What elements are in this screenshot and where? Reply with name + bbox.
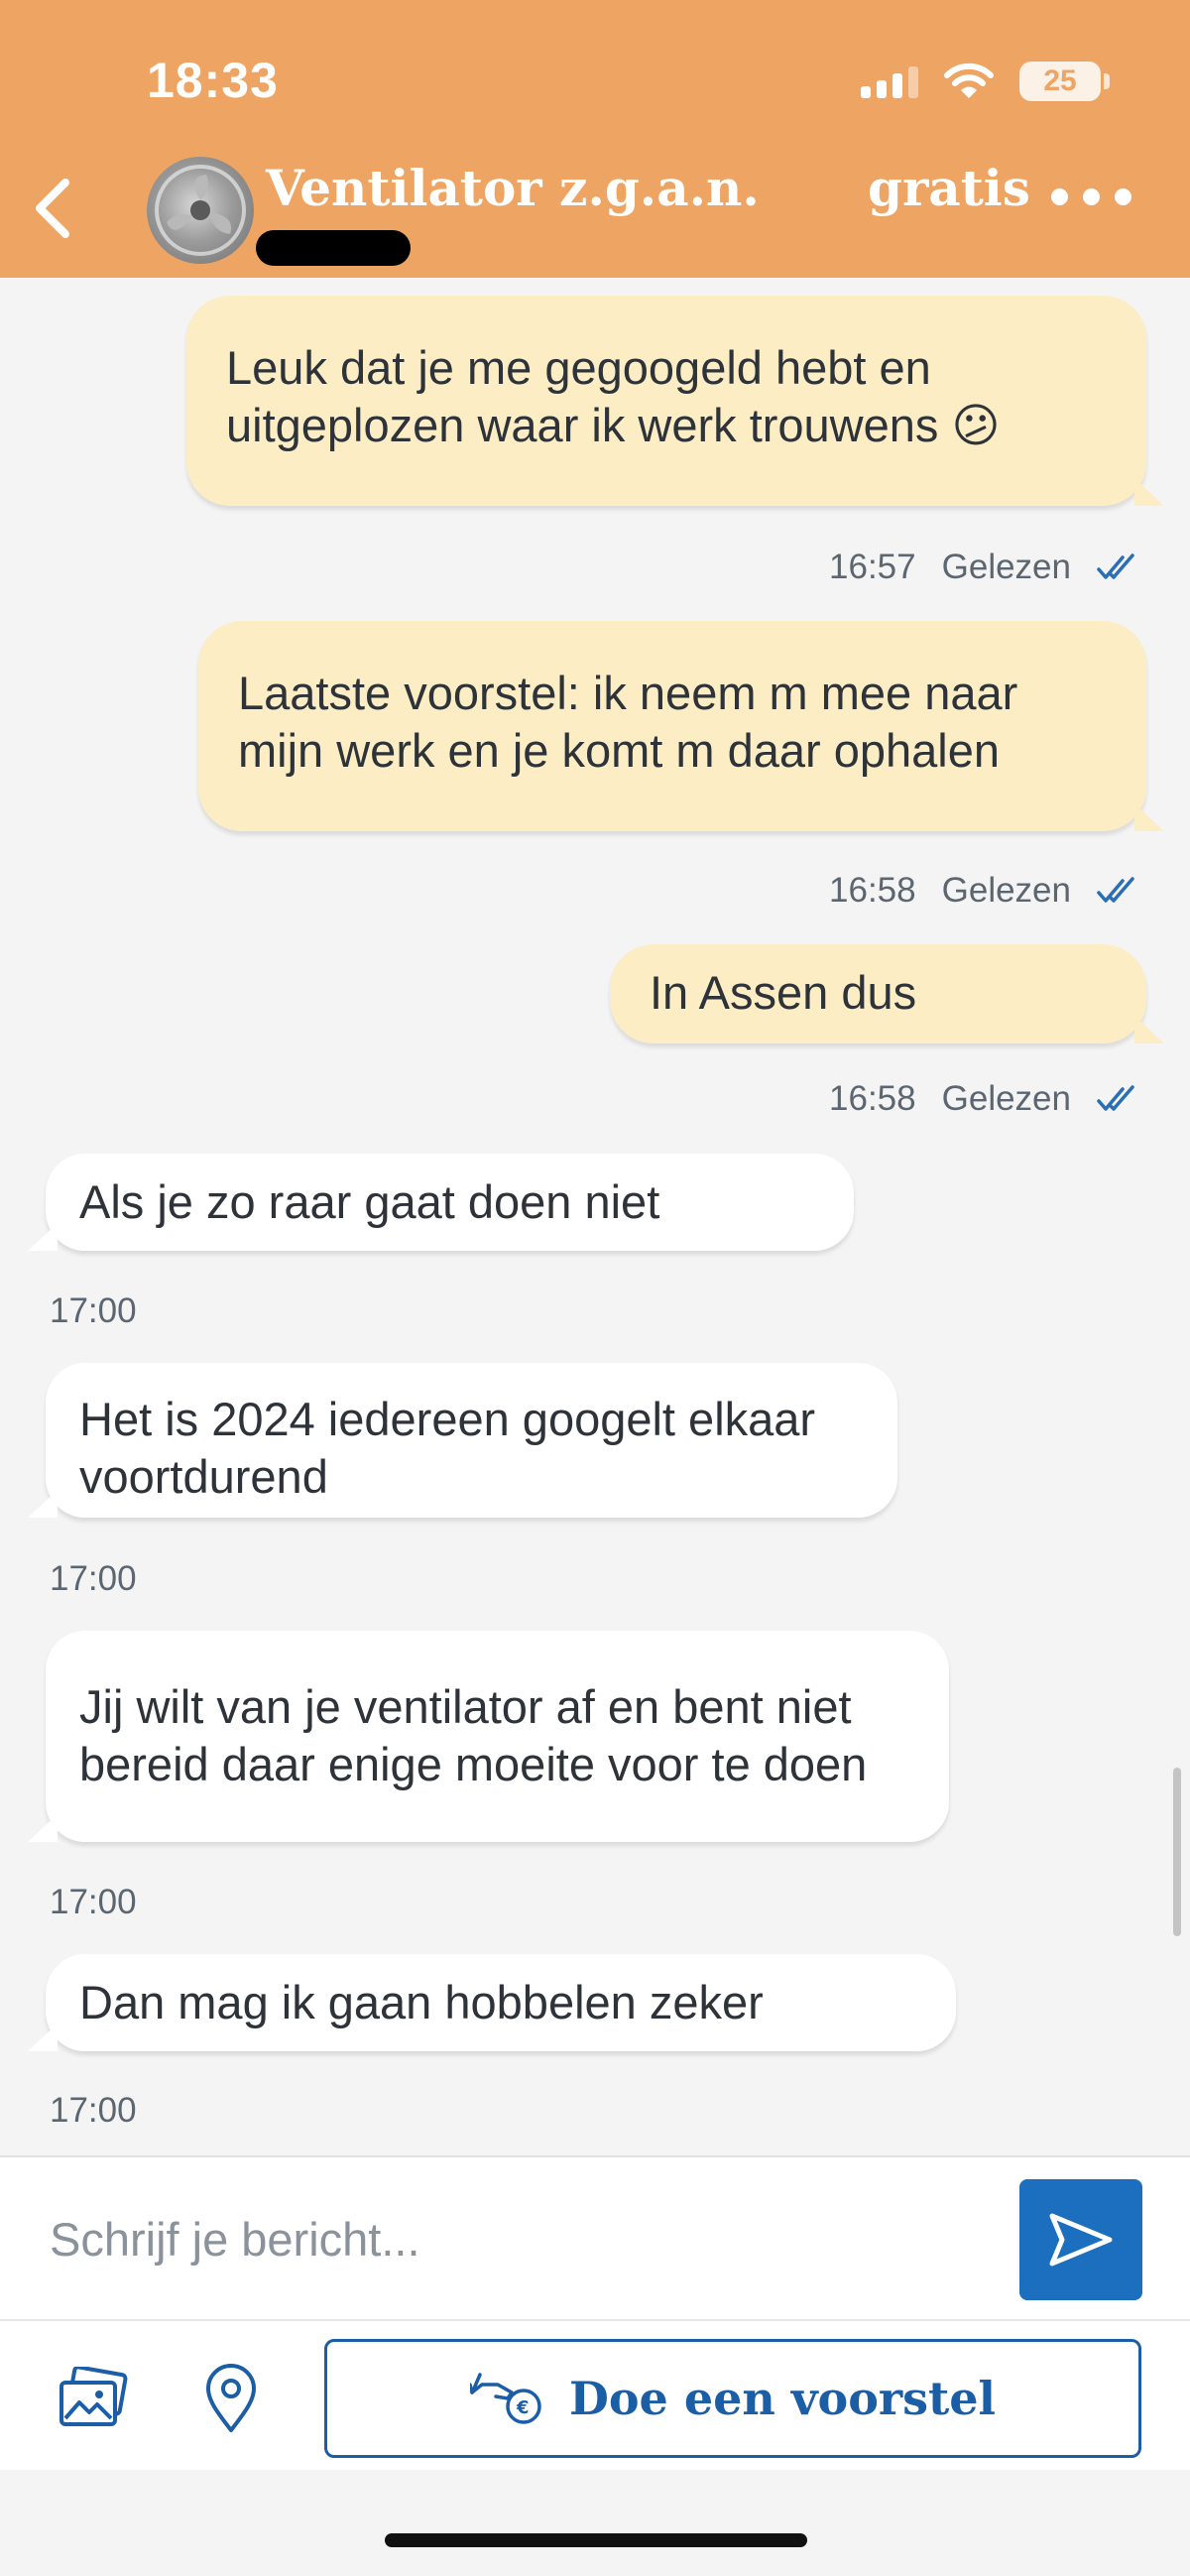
make-offer-label: Doe een voorstel	[568, 2372, 997, 2425]
incoming-message[interactable]: Het is 2024 iedereen googelt elkaar voor…	[28, 1363, 897, 1518]
message-time: 17:00	[50, 1559, 137, 1598]
message-composer	[0, 2155, 1190, 2321]
chat-header: 18:33 25 Ventilator z.g.a.n. gratis	[0, 0, 1190, 278]
message-text: Als je zo raar gaat doen niet	[79, 1175, 660, 1228]
double-check-icon	[1097, 553, 1134, 579]
hand-coin-icon: €	[469, 2373, 541, 2424]
back-button[interactable]	[20, 169, 89, 248]
photo-icon	[60, 2365, 128, 2426]
message-meta: 16:58 Gelezen	[829, 869, 1138, 913]
message-text: Dan mag ik gaan hobbelen zeker	[79, 1976, 764, 2028]
add-photo-button[interactable]	[58, 2365, 129, 2432]
message-text: Jij wilt van je ventilator af en bent ni…	[79, 1680, 868, 1790]
share-location-button[interactable]	[203, 2363, 259, 2434]
incoming-message[interactable]: Als je zo raar gaat doen niet	[28, 1154, 854, 1251]
status-time: 18:33	[147, 53, 279, 108]
redacted-seller-name	[256, 230, 411, 266]
message-time: 17:00	[50, 1291, 137, 1330]
scrollbar[interactable]	[1173, 1768, 1181, 1936]
svg-text:€: €	[516, 2397, 530, 2418]
incoming-message[interactable]: Dan mag ik gaan hobbelen zeker	[28, 1954, 956, 2051]
message-meta: 16:58 Gelezen	[829, 1077, 1138, 1121]
message-text: Het is 2024 iedereen googelt elkaar voor…	[79, 1393, 816, 1503]
home-area	[0, 2470, 1190, 2576]
read-status: Gelezen	[941, 1079, 1071, 1118]
message-time: 16:57	[829, 548, 916, 586]
send-button[interactable]	[1019, 2179, 1142, 2300]
double-check-icon	[1097, 877, 1134, 903]
message-time: 17:00	[50, 2091, 137, 2130]
more-options-button[interactable]	[1051, 188, 1131, 205]
message-text: Laatste voorstel: ik neem m mee naar mij…	[238, 667, 1018, 777]
make-offer-button[interactable]: € Doe een voorstel	[324, 2339, 1141, 2458]
send-icon	[1049, 2213, 1113, 2267]
message-text: In Assen dus	[650, 966, 917, 1019]
outgoing-message[interactable]: Leuk dat je me gegoogeld hebt en uitgepl…	[186, 296, 1164, 506]
message-meta: 16:57 Gelezen	[829, 546, 1138, 589]
battery-level: 25	[1043, 64, 1077, 97]
message-time: 16:58	[829, 1079, 916, 1118]
message-text: Leuk dat je me gegoogeld hebt en uitgepl…	[226, 341, 1001, 451]
signal-icon	[861, 64, 918, 98]
listing-price: gratis	[868, 159, 1030, 217]
double-check-icon	[1097, 1085, 1134, 1111]
wifi-icon	[944, 62, 994, 98]
location-pin-icon	[206, 2364, 256, 2432]
home-indicator[interactable]	[385, 2533, 807, 2547]
chevron-left-icon	[36, 179, 69, 238]
message-input[interactable]	[0, 2157, 992, 2321]
incoming-message[interactable]: Jij wilt van je ventilator af en bent ni…	[28, 1631, 949, 1842]
more-dots-icon	[1051, 188, 1068, 205]
message-time: 16:58	[829, 871, 916, 910]
fan-thumbnail-icon	[155, 165, 246, 256]
battery-icon: 25	[1019, 61, 1110, 101]
status-icons: 25	[861, 61, 1110, 101]
listing-avatar[interactable]	[147, 157, 254, 264]
read-status: Gelezen	[941, 548, 1071, 586]
message-time: 17:00	[50, 1883, 137, 1921]
listing-title[interactable]: Ventilator z.g.a.n.	[266, 159, 760, 217]
outgoing-message[interactable]: In Assen dus	[610, 944, 1164, 1043]
action-bar: € Doe een voorstel	[0, 2319, 1190, 2472]
read-status: Gelezen	[941, 871, 1071, 910]
outgoing-message[interactable]: Laatste voorstel: ik neem m mee naar mij…	[198, 621, 1164, 831]
